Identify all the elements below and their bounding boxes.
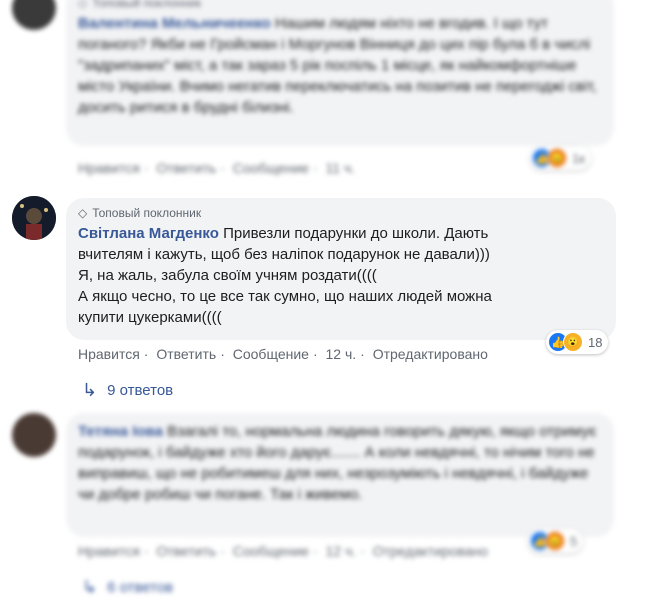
comment-actions: Нравится · Ответить · Сообщение · 11 ч. <box>78 160 356 176</box>
comment-text-line-1: Привезли подарунки до школи. Дають <box>223 225 489 242</box>
comment-bubble: ◇ Топовый поклонник Світлана Магденко Пр… <box>66 198 616 340</box>
avatar[interactable] <box>12 0 56 30</box>
message-button[interactable]: Сообщение <box>233 346 309 362</box>
diamond-icon: ◇ <box>78 206 88 220</box>
comment-text-line-2: вчителям і кажуть, щоб без наліпок подар… <box>78 246 490 263</box>
timestamp[interactable]: 12 ч. <box>326 346 357 362</box>
view-replies-link[interactable]: ↳ 6 ответов <box>82 577 173 598</box>
timestamp[interactable]: 12 ч. <box>326 543 357 559</box>
avatar[interactable] <box>12 196 56 240</box>
message-button[interactable]: Сообщение <box>233 543 309 559</box>
reply-button[interactable]: Ответить <box>156 346 216 362</box>
comment-text-line-3: Я, на жаль, забула своїм учням роздати((… <box>78 267 377 284</box>
top-fan-badge: ◇ Топовый поклонник <box>78 0 602 10</box>
like-button[interactable]: Нравится <box>78 346 140 362</box>
timestamp[interactable]: 11 ч. <box>326 160 356 176</box>
edited-label[interactable]: Отредактировано <box>373 346 488 362</box>
edited-label[interactable]: Отредактировано <box>373 543 488 559</box>
reactions-summary[interactable]: 👍 😠 1к <box>530 146 591 170</box>
angry-reaction-icon: 😠 <box>547 148 567 168</box>
top-fan-badge: ◇ Топовый поклонник <box>78 206 202 220</box>
reply-button[interactable]: Ответить <box>156 543 216 559</box>
reply-button[interactable]: Ответить <box>156 160 216 176</box>
comment-bubble: Тетяна Іова Взагалі то, нормальна людина… <box>66 413 614 537</box>
comment-actions: Нравится · Ответить · Сообщение · 12 ч. · От… <box>78 543 488 559</box>
view-replies-link[interactable]: ↳ 9 ответов <box>82 380 173 401</box>
avatar-image <box>12 196 56 240</box>
wow-reaction-icon: 😮 <box>563 332 583 352</box>
reactions-summary[interactable]: 👍 😠 5 <box>528 529 584 553</box>
reply-arrow-icon: ↳ <box>82 380 98 400</box>
comment-author[interactable]: Світлана Магденко <box>78 225 219 242</box>
message-button[interactable]: Сообщение <box>233 160 309 176</box>
comment-actions: Нравится · Ответить · Сообщение · 12 ч. · От… <box>78 346 488 362</box>
like-button[interactable]: Нравится <box>78 160 140 176</box>
angry-reaction-icon: 😠 <box>545 531 565 551</box>
comment-text-line-4: А якщо чесно, то це все так сумно, що на… <box>78 288 492 305</box>
comment-bubble: ◇ Топовый поклонник Валентина Мельничеен… <box>66 0 614 146</box>
comment-author[interactable]: Валентина Мельничеенко <box>78 15 271 32</box>
comment-author[interactable]: Тетяна Іова <box>78 423 163 440</box>
reply-arrow-icon: ↳ <box>82 577 98 597</box>
like-button[interactable]: Нравится <box>78 543 140 559</box>
reactions-summary[interactable]: 👍 😮 18 <box>546 330 609 354</box>
avatar[interactable] <box>12 413 56 457</box>
diamond-icon: ◇ <box>78 0 88 10</box>
comment-text-line-5: купити цукерками(((( <box>78 309 222 326</box>
